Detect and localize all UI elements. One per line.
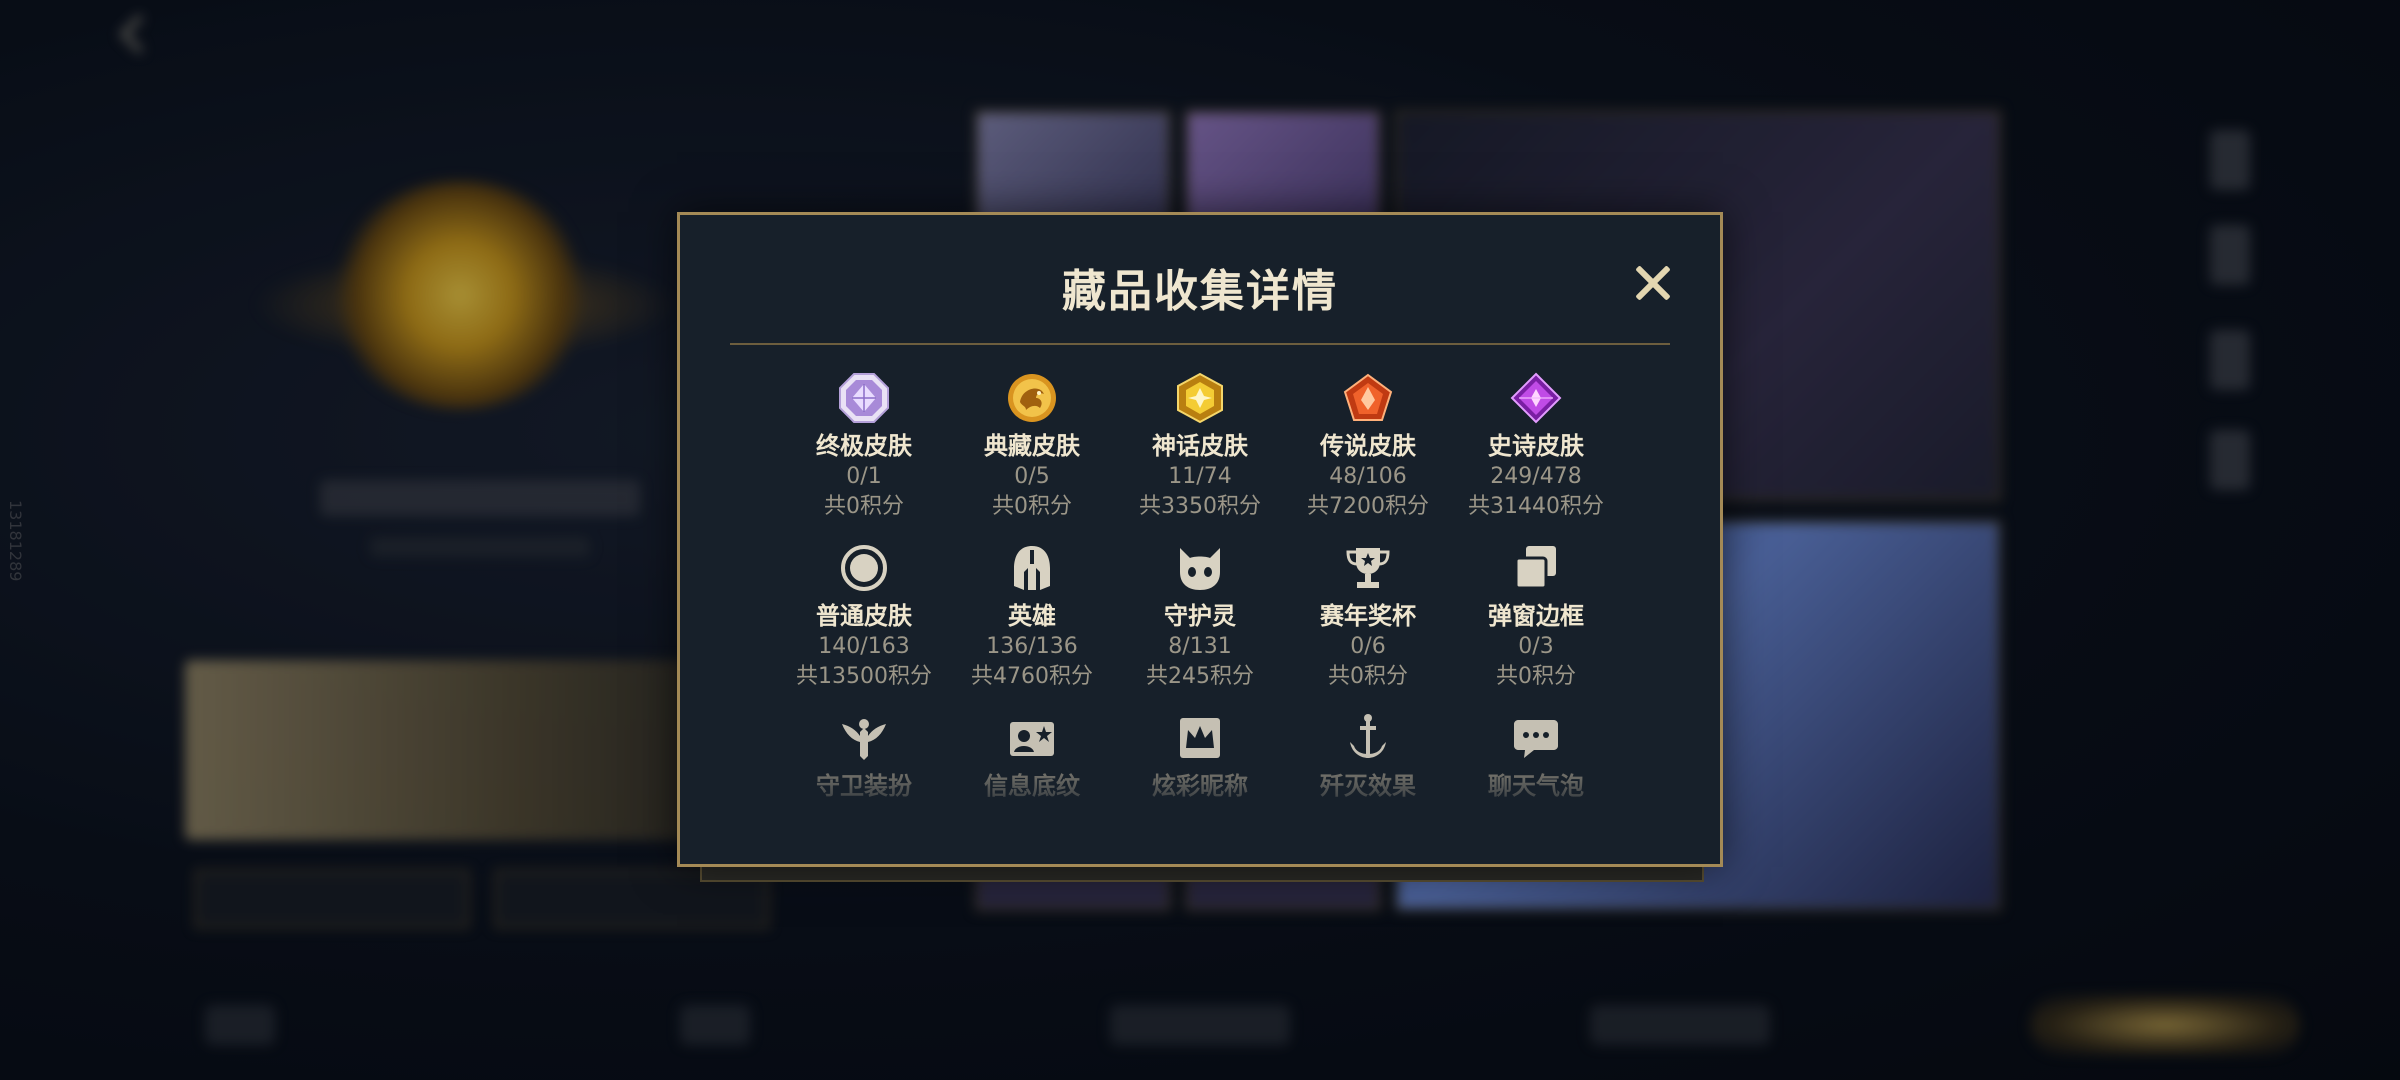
category-count: 136/136 — [986, 634, 1078, 659]
category-count: 0/3 — [1518, 634, 1554, 659]
category-points: 共4760积分 — [971, 664, 1093, 689]
category-count: 140/163 — [818, 634, 910, 659]
category-count: 48/106 — [1329, 464, 1407, 489]
category-name: 典藏皮肤 — [984, 432, 1080, 460]
crown-card-icon — [1172, 710, 1228, 766]
ring-icon — [836, 540, 892, 596]
frame-stack-icon — [1508, 540, 1564, 596]
category-info-pattern[interactable]: 信息底纹 — [948, 710, 1116, 802]
category-count: 0/6 — [1350, 634, 1386, 659]
category-count: 0/5 — [1014, 464, 1050, 489]
category-grid: 终极皮肤 0/1 共0积分 典藏皮肤 0/5 共0积分 神话皮肤 11/74 共… — [780, 370, 1620, 802]
category-points: 共31440积分 — [1468, 494, 1604, 519]
category-points: 共3350积分 — [1139, 494, 1261, 519]
category-count: 249/478 — [1490, 464, 1582, 489]
dragon-coin-icon — [1004, 370, 1060, 426]
category-name: 炫彩昵称 — [1152, 772, 1248, 800]
category-count: 8/131 — [1168, 634, 1232, 659]
category-popup-frame[interactable]: 弹窗边框 0/3 共0积分 — [1452, 540, 1620, 692]
category-name: 信息底纹 — [984, 772, 1080, 800]
orange-pentagon-gem-icon — [1340, 370, 1396, 426]
close-icon[interactable] — [1632, 263, 1672, 303]
title-divider — [730, 343, 1670, 345]
category-ultimate-skin[interactable]: 终极皮肤 0/1 共0积分 — [780, 370, 948, 522]
category-points: 共0积分 — [824, 494, 904, 519]
category-points: 共0积分 — [992, 494, 1072, 519]
category-name: 普通皮肤 — [816, 602, 912, 630]
category-spirit[interactable]: 守护灵 8/131 共245积分 — [1116, 540, 1284, 692]
category-name: 弹窗边框 — [1488, 602, 1584, 630]
category-count: 0/1 — [846, 464, 882, 489]
category-mythic-skin[interactable]: 神话皮肤 11/74 共3350积分 — [1116, 370, 1284, 522]
category-colorful-nickname[interactable]: 炫彩昵称 — [1116, 710, 1284, 802]
category-points: 共245积分 — [1146, 664, 1254, 689]
category-annihilation-effect[interactable]: 歼灭效果 — [1284, 710, 1452, 802]
category-epic-skin[interactable]: 史诗皮肤 249/478 共31440积分 — [1452, 370, 1620, 522]
category-name: 守护灵 — [1164, 602, 1236, 630]
anchor-sword-icon — [1340, 710, 1396, 766]
category-legend-skin[interactable]: 传说皮肤 48/106 共7200积分 — [1284, 370, 1452, 522]
category-name: 歼灭效果 — [1320, 772, 1416, 800]
category-name: 神话皮肤 — [1152, 432, 1248, 460]
info-card-icon — [1004, 710, 1060, 766]
category-season-trophy[interactable]: 赛年奖杯 0/6 共0积分 — [1284, 540, 1452, 692]
category-name: 史诗皮肤 — [1488, 432, 1584, 460]
trophy-icon — [1340, 540, 1396, 596]
gold-hexagon-gem-icon — [1172, 370, 1228, 426]
modal-title: 藏品收集详情 — [1062, 266, 1338, 317]
spirit-face-icon — [1172, 540, 1228, 596]
collection-details-modal: 藏品收集详情 终极皮肤 0/1 共0积分 典藏皮肤 0/5 共0积分 神话皮肤 … — [677, 212, 1723, 867]
category-normal-skin[interactable]: 普通皮肤 140/163 共13500积分 — [780, 540, 948, 692]
guardian-wings-icon — [836, 710, 892, 766]
octagon-gem-icon — [836, 370, 892, 426]
category-points: 共0积分 — [1328, 664, 1408, 689]
category-name: 聊天气泡 — [1488, 772, 1584, 800]
category-points: 共0积分 — [1496, 664, 1576, 689]
category-count: 11/74 — [1168, 464, 1232, 489]
category-collector-skin[interactable]: 典藏皮肤 0/5 共0积分 — [948, 370, 1116, 522]
category-name: 赛年奖杯 — [1320, 602, 1416, 630]
category-name: 传说皮肤 — [1320, 432, 1416, 460]
category-hero[interactable]: 英雄 136/136 共4760积分 — [948, 540, 1116, 692]
chat-bubble-icon — [1508, 710, 1564, 766]
modal-base — [700, 866, 1704, 882]
category-points: 共7200积分 — [1307, 494, 1429, 519]
category-chat-bubble[interactable]: 聊天气泡 — [1452, 710, 1620, 802]
category-name: 终极皮肤 — [816, 432, 912, 460]
category-points: 共13500积分 — [796, 664, 932, 689]
helmet-icon — [1004, 540, 1060, 596]
category-name: 守卫装扮 — [816, 772, 912, 800]
category-guardian-outfit[interactable]: 守卫装扮 — [780, 710, 948, 802]
category-name: 英雄 — [1008, 602, 1056, 630]
purple-diamond-gem-icon — [1508, 370, 1564, 426]
